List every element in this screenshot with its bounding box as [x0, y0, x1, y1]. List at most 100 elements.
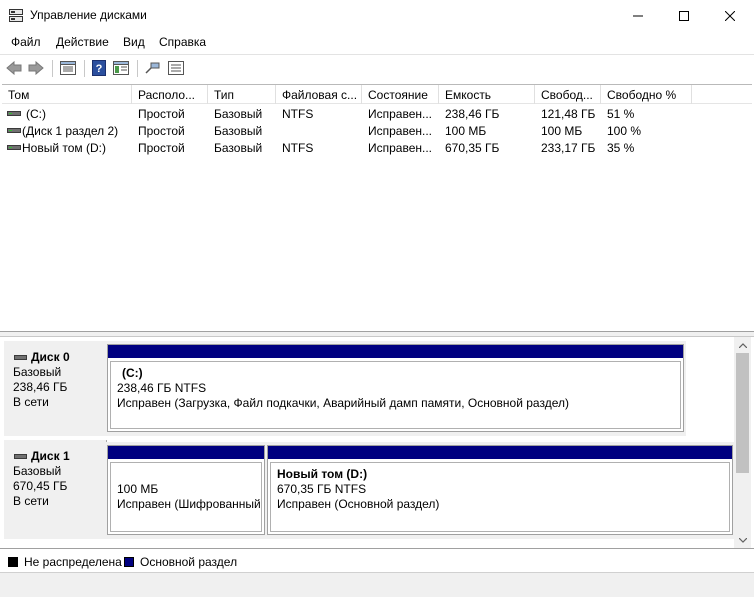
- disk-graphical-view[interactable]: Диск 0 Базовый 238,46 ГБ В сети (C:) 238…: [2, 337, 734, 548]
- disk-1-label[interactable]: Диск 1 Базовый 670,45 ГБ В сети: [4, 440, 107, 539]
- status-bar: [0, 572, 754, 597]
- back-button[interactable]: [4, 58, 24, 78]
- properties-button[interactable]: [58, 58, 78, 78]
- cell-type: Базовый: [214, 107, 263, 121]
- partition-c[interactable]: (C:) 238,46 ГБ NTFS Исправен (Загрузка, …: [107, 344, 684, 432]
- disk-1-title: Диск 1: [13, 449, 106, 464]
- cell-free: 233,17 ГБ: [541, 141, 596, 155]
- scroll-down-button[interactable]: [734, 532, 751, 548]
- cell-volume: Новый том (D:): [22, 141, 106, 155]
- partition-d-size: 670,35 ГБ NTFS: [277, 482, 367, 496]
- partition-c-title: (C:): [122, 366, 143, 380]
- partition-c-size: 238,46 ГБ NTFS: [117, 381, 207, 395]
- refresh-list-icon: [168, 61, 184, 75]
- legend-primary: Основной раздел: [124, 555, 237, 569]
- cell-volume: (Диск 1 раздел 2): [22, 124, 119, 138]
- table-row[interactable]: (Диск 1 раздел 2) Простой Базовый Исправ…: [2, 122, 752, 139]
- scroll-up-button[interactable]: [734, 337, 751, 353]
- close-button[interactable]: [707, 0, 753, 31]
- window-title: Управление дисками: [30, 8, 147, 22]
- back-icon: [6, 61, 22, 75]
- vertical-scrollbar[interactable]: [734, 337, 751, 548]
- partition-d-title: Новый том (D:): [277, 467, 368, 481]
- volume-list[interactable]: Том Располо... Тип Файловая с... Состоян…: [2, 84, 752, 331]
- cell-capacity: 100 МБ: [445, 124, 487, 138]
- cell-free: 121,48 ГБ: [541, 107, 596, 121]
- cell-free-percent: 51 %: [607, 107, 635, 121]
- disk-1-type: Базовый: [13, 464, 62, 478]
- connect-icon: [145, 62, 160, 74]
- minimize-button[interactable]: [615, 0, 661, 31]
- column-header-layout[interactable]: Располо...: [132, 85, 208, 104]
- partition-c-details: (C:) 238,46 ГБ NTFS Исправен (Загрузка, …: [110, 361, 681, 429]
- help-icon: ?: [92, 60, 106, 76]
- column-header-status[interactable]: Состояние: [362, 85, 439, 104]
- legend-label: Не распределена: [24, 555, 122, 569]
- menu-bar: Файл Действие Вид Справка: [0, 31, 754, 53]
- partition-bar: [108, 446, 264, 459]
- close-icon: [725, 10, 735, 21]
- partition-d[interactable]: Новый том (D:) 670,35 ГБ NTFS Исправен (…: [267, 445, 733, 535]
- cell-capacity: 670,35 ГБ: [445, 141, 500, 155]
- cell-free-percent: 35 %: [607, 141, 635, 155]
- disk-0-status: В сети: [13, 395, 49, 409]
- toolbar-separator: [84, 60, 85, 77]
- minimize-icon: [633, 15, 643, 16]
- partition-bar: [268, 446, 732, 459]
- scroll-thumb[interactable]: [736, 353, 749, 473]
- console-tree-button[interactable]: [111, 58, 131, 78]
- cell-layout: Простой: [138, 107, 185, 121]
- toolbar: ?: [0, 54, 754, 82]
- cell-free: 100 МБ: [541, 124, 583, 138]
- table-row[interactable]: (C:) Простой Базовый NTFS Исправен... 23…: [2, 105, 752, 122]
- maximize-icon: [679, 10, 689, 21]
- menu-file[interactable]: Файл: [11, 35, 41, 49]
- disk-1-partitions: 100 МБ Исправен (Шифрованный Новый том (…: [106, 442, 734, 539]
- forward-button[interactable]: [26, 58, 46, 78]
- disk-0-label[interactable]: Диск 0 Базовый 238,46 ГБ В сети: [4, 341, 107, 436]
- disk-1-name: Диск 1: [31, 449, 70, 463]
- cell-filesystem: NTFS: [282, 141, 314, 155]
- toolbar-separator: [137, 60, 138, 77]
- partition-bar: [108, 345, 683, 358]
- cell-type: Базовый: [214, 124, 263, 138]
- partition-c-status: Исправен (Загрузка, Файл подкачки, Авари…: [117, 396, 569, 410]
- menu-view[interactable]: Вид: [123, 35, 145, 49]
- column-header-filesystem[interactable]: Файловая с...: [276, 85, 362, 104]
- partition-disk1-2-status: Исправен (Шифрованный: [117, 497, 261, 511]
- partition-disk1-2[interactable]: 100 МБ Исправен (Шифрованный: [107, 445, 265, 535]
- disk-0-size: 238,46 ГБ: [13, 380, 68, 394]
- partition-d-details: Новый том (D:) 670,35 ГБ NTFS Исправен (…: [270, 462, 730, 532]
- cell-layout: Простой: [138, 141, 185, 155]
- legend-swatch-unallocated: [8, 557, 18, 567]
- column-header-free-percent[interactable]: Свободно %: [601, 85, 692, 104]
- disk-0-type: Базовый: [13, 365, 62, 379]
- connect-button[interactable]: [142, 58, 162, 78]
- cell-capacity: 238,46 ГБ: [445, 107, 500, 121]
- refresh-list-button[interactable]: [166, 58, 186, 78]
- menu-action[interactable]: Действие: [56, 35, 109, 49]
- volume-icon: [7, 128, 21, 133]
- disk-0-partitions: (C:) 238,46 ГБ NTFS Исправен (Загрузка, …: [106, 341, 686, 436]
- properties-icon: [60, 61, 76, 75]
- volume-list-header: Том Располо... Тип Файловая с... Состоян…: [2, 85, 752, 104]
- column-header-volume[interactable]: Том: [2, 85, 132, 104]
- menu-help[interactable]: Справка: [159, 35, 206, 49]
- legend: Не распределена Основной раздел: [0, 548, 754, 572]
- disk-icon: [14, 454, 27, 459]
- cell-status: Исправен...: [368, 124, 433, 138]
- cell-status: Исправен...: [368, 107, 433, 121]
- disk-icon: [14, 355, 27, 360]
- column-header-type[interactable]: Тип: [208, 85, 276, 104]
- chevron-down-icon: [738, 537, 747, 543]
- column-header-free[interactable]: Свобод...: [535, 85, 601, 104]
- partition-disk1-2-details: 100 МБ Исправен (Шифрованный: [110, 462, 262, 532]
- title-bar: Управление дисками: [0, 0, 754, 31]
- console-tree-icon: [113, 61, 129, 75]
- table-row[interactable]: Новый том (D:) Простой Базовый NTFS Испр…: [2, 139, 752, 156]
- disk-management-icon: [9, 9, 23, 22]
- column-header-capacity[interactable]: Емкость: [439, 85, 535, 104]
- maximize-button[interactable]: [661, 0, 707, 31]
- cell-volume: (C:): [26, 107, 46, 121]
- help-button[interactable]: ?: [89, 58, 109, 78]
